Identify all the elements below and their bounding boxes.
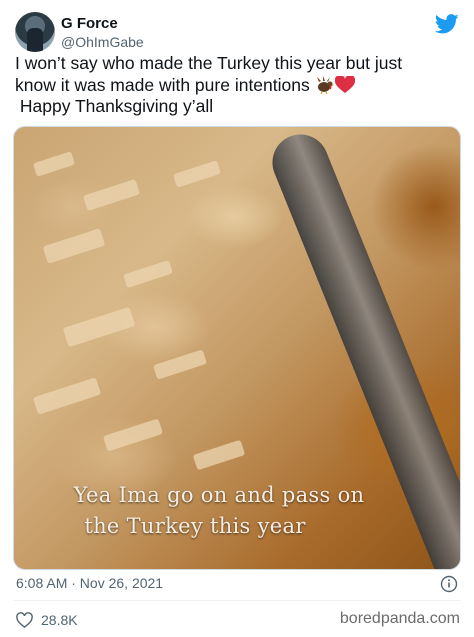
video-caption-line-1: Yea Ima go on and pass on bbox=[73, 483, 365, 507]
meat-shred bbox=[32, 377, 102, 415]
watermark: boredpanda.com bbox=[339, 610, 460, 627]
tweet-header: G Force @OhImGabe bbox=[15, 12, 459, 56]
tweet-timestamp[interactable]: 6:08 AM · Nov 26, 2021 bbox=[16, 575, 163, 591]
like-count: 28.8K bbox=[41, 612, 78, 628]
tweet-text: I won’t say who made the Turkey this yea… bbox=[15, 53, 460, 118]
tweet-text-line-1: I won’t say who made the Turkey this yea… bbox=[15, 53, 403, 73]
divider bbox=[13, 600, 461, 601]
meat-shred bbox=[102, 418, 164, 452]
turkey-emoji bbox=[316, 75, 334, 94]
avatar[interactable] bbox=[15, 12, 55, 52]
meat-shred bbox=[123, 259, 173, 289]
heart-icon bbox=[16, 611, 33, 628]
author-name[interactable]: G Force bbox=[61, 15, 118, 32]
meat-shred bbox=[152, 349, 208, 380]
author-handle[interactable]: @OhImGabe bbox=[61, 34, 144, 50]
meat-shred bbox=[172, 160, 222, 188]
meat-shred bbox=[42, 228, 106, 264]
meat-shred bbox=[62, 306, 136, 348]
like-button[interactable]: 28.8K bbox=[16, 610, 78, 630]
video-thumbnail[interactable]: Yea Ima go on and pass on the Turkey thi… bbox=[13, 126, 461, 570]
tweet-text-line-2: know it was made with pure intentions bbox=[15, 75, 460, 97]
meat-shred bbox=[32, 151, 76, 177]
video-caption-line-2: the Turkey this year bbox=[84, 514, 306, 538]
meat-shred bbox=[192, 439, 246, 471]
tweet-text-line-2-text: know it was made with pure intentions bbox=[15, 74, 310, 95]
twitter-bird-icon[interactable] bbox=[435, 14, 459, 34]
red-heart-emoji bbox=[334, 75, 355, 93]
meat-shred bbox=[82, 178, 141, 212]
tweet-text-line-3: Happy Thanksgiving y’all bbox=[15, 96, 214, 116]
info-icon[interactable] bbox=[440, 575, 458, 593]
